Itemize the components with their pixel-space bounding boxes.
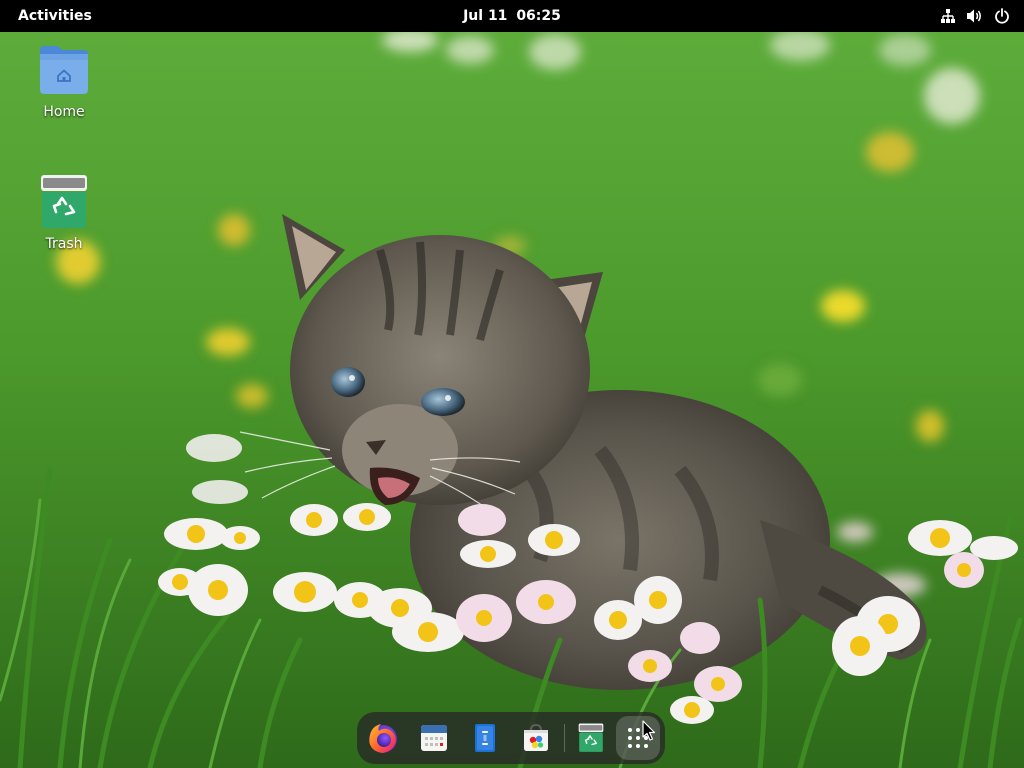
dock-item-trash[interactable] bbox=[569, 716, 613, 760]
dock-item-firefox[interactable] bbox=[361, 716, 405, 760]
power-icon bbox=[994, 8, 1010, 24]
clock-button[interactable]: Jul 11 06:25 bbox=[452, 4, 572, 28]
clock-time: 06:25 bbox=[516, 8, 561, 24]
system-status-menu[interactable] bbox=[934, 4, 1016, 28]
activities-button[interactable]: Activities bbox=[6, 4, 104, 28]
home-folder-icon bbox=[40, 46, 88, 94]
dock-item-software[interactable] bbox=[514, 716, 558, 760]
desktop-icon-label: Home bbox=[43, 104, 85, 120]
software-store-icon bbox=[524, 723, 548, 751]
firefox-icon bbox=[369, 724, 397, 753]
desktop-icon-trash[interactable]: Trash bbox=[16, 174, 112, 252]
dock-item-calendar[interactable] bbox=[412, 716, 456, 760]
mouse-pointer-icon bbox=[642, 720, 656, 741]
volume-icon bbox=[966, 8, 984, 24]
network-wired-icon bbox=[940, 8, 956, 24]
dock bbox=[357, 712, 665, 764]
dock-item-files[interactable] bbox=[463, 716, 507, 760]
desktop-icon-label: Trash bbox=[45, 236, 83, 252]
top-bar: Activities Jul 11 06:25 bbox=[0, 0, 1024, 32]
trash-icon bbox=[41, 175, 87, 228]
wallpaper bbox=[0, 0, 1024, 768]
dock-separator bbox=[564, 724, 565, 752]
calendar-icon bbox=[421, 725, 447, 751]
files-icon bbox=[475, 724, 495, 752]
desktop-icon-home[interactable]: Home bbox=[16, 42, 112, 120]
desktop-screen: Activities Jul 11 06:25 Home Trash bbox=[0, 0, 1024, 768]
clock-date: Jul 11 bbox=[463, 8, 508, 24]
trash-icon bbox=[578, 723, 604, 752]
